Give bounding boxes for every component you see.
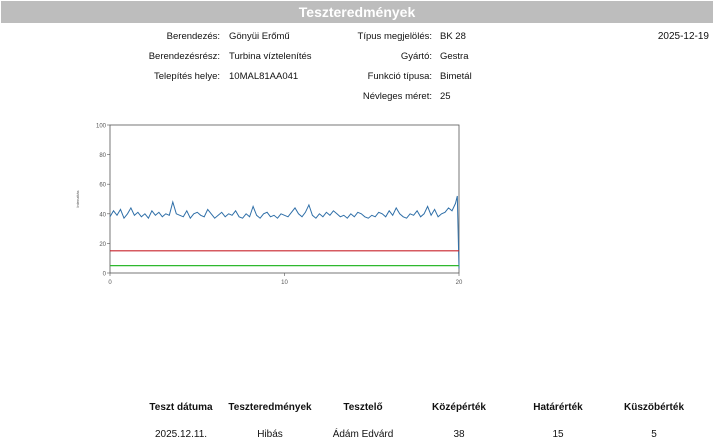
y-tick-label: 40 <box>99 212 106 218</box>
gyarto-label: Gyártó: <box>400 51 432 62</box>
berendezes-value: Gönyüi Erőmű <box>229 31 290 42</box>
telepites-value: 10MAL81AA041 <box>229 71 299 82</box>
cell-limit: 15 <box>552 429 564 440</box>
y-tick-label: 20 <box>99 242 106 248</box>
x-tick-label: 20 <box>456 280 463 286</box>
col-header-mean: Középérték <box>432 402 486 413</box>
report-date: 2025-12-19 <box>657 31 709 42</box>
nevleges-label: Névleges méret: <box>362 91 432 102</box>
series-line-measurement <box>109 195 460 269</box>
col-header-threshold: Küszöbérték <box>623 402 684 413</box>
y-tick-label: 100 <box>96 124 107 130</box>
cell-mean: 38 <box>453 429 465 440</box>
berendezesresz-value: Turbina víztelenítés <box>229 51 312 62</box>
telepites-label: Telepítés helye: <box>153 71 220 82</box>
x-tick-label: 10 <box>281 280 288 286</box>
gyarto-value: Gestra <box>440 51 469 62</box>
col-header-results: Teszteredmények <box>228 402 312 413</box>
y-tick-label: 60 <box>99 183 106 189</box>
berendezes-label: Berendezés: <box>166 31 220 42</box>
tipus-value: BK 28 <box>440 31 466 42</box>
berendezesresz-label: Berendezésrész: <box>148 51 220 62</box>
col-header-tester: Tesztelő <box>343 402 383 413</box>
cell-test-date: 2025.12.11. <box>154 429 208 440</box>
cell-tester: Ádám Edvárd <box>332 429 394 440</box>
x-tick-label: 0 <box>108 280 112 286</box>
cell-result: Hibás <box>257 429 283 440</box>
report-title: Teszteredmények <box>1 1 713 23</box>
col-header-test-date: Teszt dátuma <box>149 402 213 413</box>
funkcio-label: Funkció típusa: <box>367 71 432 82</box>
tipus-label: Típus megjelölés: <box>357 31 432 42</box>
y-tick-label: 80 <box>99 153 106 159</box>
cell-threshold: 5 <box>651 429 657 440</box>
y-tick-label: 0 <box>103 272 107 278</box>
col-header-limit: Határérték <box>533 402 583 413</box>
test-chart: 0 20 40 60 80 100 0 10 20 Intenzitás <box>75 124 463 287</box>
nevleges-value: 25 <box>440 91 451 102</box>
y-axis-label: Intenzitás <box>75 190 80 207</box>
funkcio-value: Bimetál <box>440 71 472 82</box>
